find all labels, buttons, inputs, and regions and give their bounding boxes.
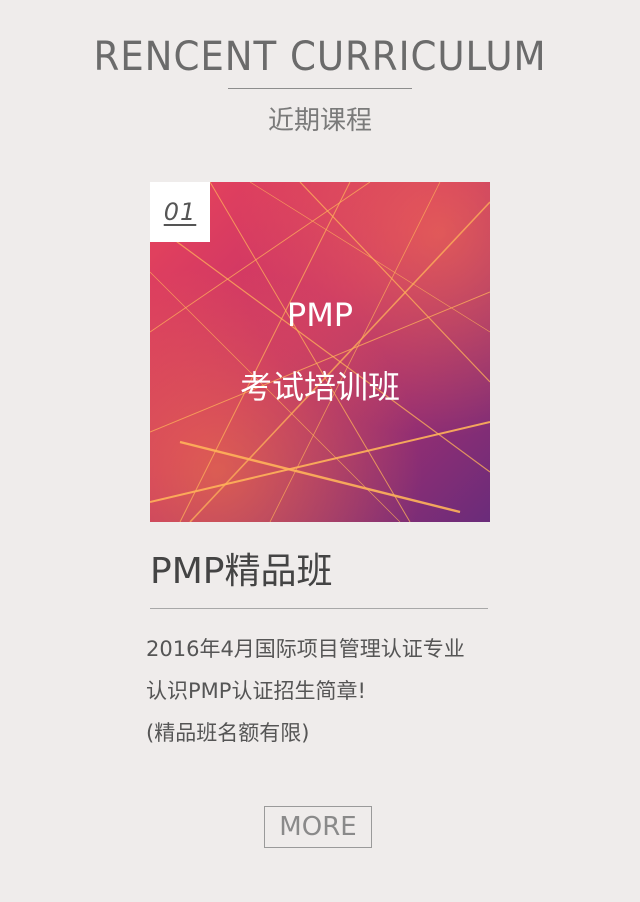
- course-title[interactable]: PMP精品班: [150, 542, 490, 594]
- section-title-en: RENCENT CURRICULUM: [93, 34, 547, 80]
- more-button[interactable]: MORE: [264, 806, 372, 848]
- description-line: 认识PMP认证招生简章!: [146, 679, 366, 703]
- course-index-badge: 01: [150, 182, 210, 242]
- description-line: 2016年4月国际项目管理认证专业: [146, 637, 465, 661]
- course-description: 2016年4月国际项目管理认证专业 认识PMP认证招生简章! (精品班名额有限): [146, 628, 496, 754]
- course-divider: [150, 608, 488, 609]
- section-title-cn: 近期课程: [267, 106, 372, 136]
- card-title-line2: 考试培训班: [239, 368, 400, 406]
- course-card-image[interactable]: 01 PMP 考试培训班: [150, 182, 490, 522]
- card-title-line1: PMP: [286, 296, 354, 334]
- description-line: (精品班名额有限): [146, 721, 310, 745]
- course-index-number: 01: [163, 198, 197, 226]
- section-title-divider: [228, 88, 412, 89]
